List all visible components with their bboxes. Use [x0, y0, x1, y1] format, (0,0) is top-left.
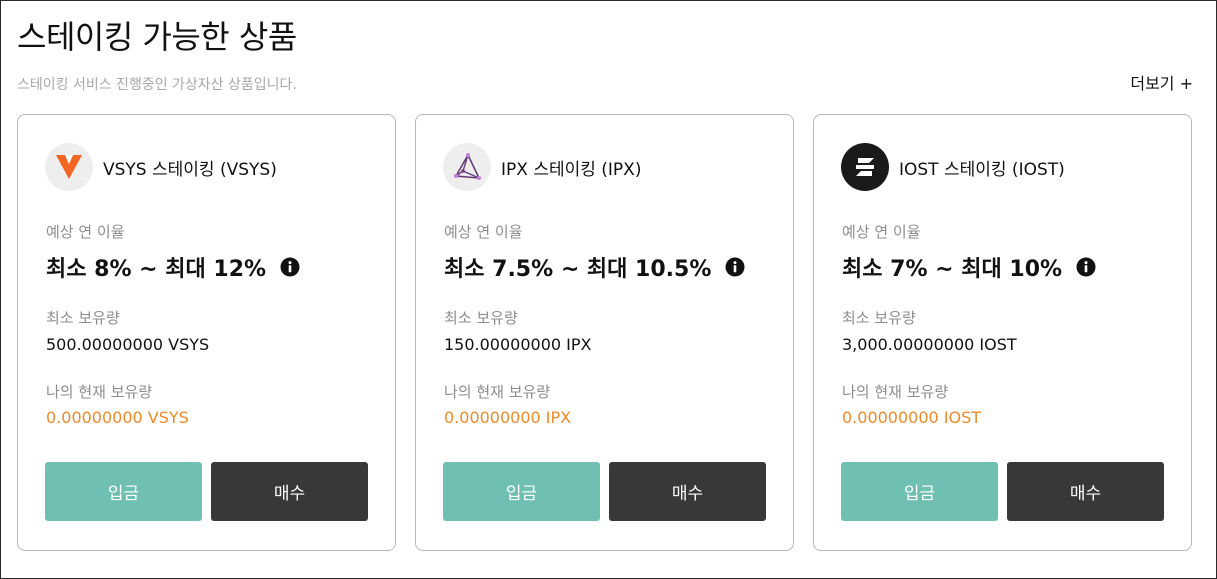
expected-rate-value: 최소 7% ~ 최대 10%: [842, 251, 1096, 283]
ipx-logo-icon: [443, 143, 491, 191]
expected-rate-label: 예상 연 이율: [842, 223, 921, 241]
my-holding-value: 0.00000000 IOST: [842, 408, 982, 427]
buy-button[interactable]: 매수: [211, 462, 368, 521]
more-link[interactable]: 더보기 +: [1130, 70, 1193, 94]
my-holding-value: 0.00000000 IPX: [444, 408, 572, 427]
card-header: IPX 스테이킹 (IPX): [443, 143, 641, 191]
min-holding-label: 최소 보유량: [46, 309, 120, 327]
min-holding-value: 3,000.00000000 IOST: [842, 335, 1017, 354]
deposit-button[interactable]: 입금: [45, 462, 202, 521]
expected-rate-label: 예상 연 이율: [46, 223, 125, 241]
deposit-button[interactable]: 입금: [841, 462, 998, 521]
vsys-logo-icon: [45, 143, 93, 191]
staking-card-ipx: IPX 스테이킹 (IPX) 예상 연 이율 최소 7.5% ~ 최대 10.5…: [415, 114, 794, 551]
rate-text: 최소 7% ~ 최대 10%: [842, 257, 1063, 282]
rate-text: 최소 7.5% ~ 최대 10.5%: [444, 257, 712, 282]
staking-card-iost: IOST 스테이킹 (IOST) 예상 연 이율 최소 7% ~ 최대 10% …: [813, 114, 1192, 551]
min-holding-value: 500.00000000 VSYS: [46, 335, 210, 354]
buy-button[interactable]: 매수: [609, 462, 766, 521]
my-holding-label: 나의 현재 보유량: [842, 383, 949, 401]
page-title: 스테이킹 가능한 상품: [17, 18, 297, 56]
iost-logo-icon: [841, 143, 889, 191]
card-title: IPX 스테이킹 (IPX): [501, 159, 642, 180]
info-icon[interactable]: [1076, 257, 1096, 277]
my-holding-value: 0.00000000 VSYS: [46, 408, 189, 427]
rate-text: 최소 8% ~ 최대 12%: [46, 257, 267, 282]
my-holding-label: 나의 현재 보유량: [46, 383, 153, 401]
expected-rate-value: 최소 7.5% ~ 최대 10.5%: [444, 251, 745, 283]
buy-button[interactable]: 매수: [1007, 462, 1164, 521]
card-title: IOST 스테이킹 (IOST): [899, 159, 1065, 180]
expected-rate-value: 최소 8% ~ 최대 12%: [46, 251, 300, 283]
card-header: IOST 스테이킹 (IOST): [841, 143, 1065, 191]
info-icon[interactable]: [280, 257, 300, 277]
min-holding-label: 최소 보유량: [842, 309, 916, 327]
page-subtitle: 스테이킹 서비스 진행중인 가상자산 상품입니다.: [17, 77, 297, 93]
min-holding-value: 150.00000000 IPX: [444, 335, 592, 354]
expected-rate-label: 예상 연 이율: [444, 223, 523, 241]
deposit-button[interactable]: 입금: [443, 462, 600, 521]
my-holding-label: 나의 현재 보유량: [444, 383, 551, 401]
card-title: VSYS 스테이킹 (VSYS): [103, 159, 277, 180]
min-holding-label: 최소 보유량: [444, 309, 518, 327]
card-header: VSYS 스테이킹 (VSYS): [45, 143, 277, 191]
info-icon[interactable]: [725, 257, 745, 277]
staking-card-vsys: VSYS 스테이킹 (VSYS) 예상 연 이율 최소 8% ~ 최대 12% …: [17, 114, 396, 551]
